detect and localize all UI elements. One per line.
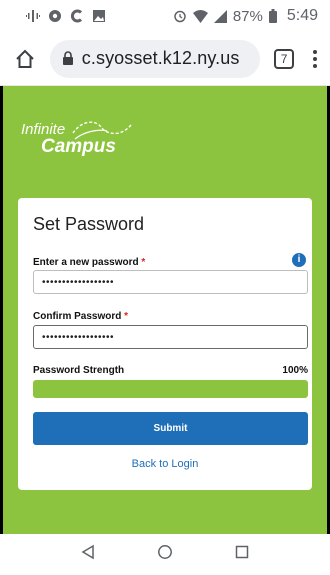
logo-swoosh-icon <box>72 121 132 140</box>
wifi-icon <box>192 9 208 23</box>
home-nav-icon[interactable] <box>157 544 173 565</box>
strength-bar-fill <box>33 380 308 398</box>
c-app-icon <box>70 9 84 23</box>
form-title: Set Password <box>33 214 145 234</box>
confirm-password-label-text: Confirm Password <box>33 311 122 322</box>
status-bar: 87% 5:49 <box>0 0 330 32</box>
home-icon <box>16 49 34 68</box>
tab-switcher-button[interactable]: 7 <box>274 48 295 69</box>
alarm-icon <box>173 9 187 23</box>
required-marker: * <box>141 257 146 268</box>
info-icon[interactable]: i <box>292 253 306 267</box>
navigation-bar <box>0 534 330 575</box>
password-strength-row: Password Strength 100% <box>33 365 308 376</box>
signal-vibrate-icon <box>26 9 40 23</box>
submit-button[interactable]: Submit <box>33 412 308 445</box>
confirm-password-label: Confirm Password * <box>33 311 128 322</box>
phone-screen: 87% 5:49 c.syosset.k12.ny.us 7 Infinite … <box>0 0 330 575</box>
cast-icon <box>48 9 62 23</box>
url-text: c.syosset.k12.ny.us <box>81 48 240 68</box>
infinite-campus-logo: Infinite Campus <box>21 117 141 159</box>
cell-signal-icon <box>213 9 227 23</box>
recents-nav-icon[interactable] <box>234 544 250 565</box>
password-form-card: Set Password Enter a new password * i ••… <box>18 198 312 490</box>
battery-percent: 87% <box>232 7 263 25</box>
back-to-login-link[interactable]: Back to Login <box>18 458 312 470</box>
confirm-password-input[interactable]: •••••••••••••••••• <box>33 325 308 349</box>
overflow-menu-icon[interactable] <box>310 49 320 68</box>
lock-icon <box>62 51 73 65</box>
clock: 5:49 <box>286 7 318 24</box>
browser-toolbar: c.syosset.k12.ny.us 7 <box>0 32 330 86</box>
home-button[interactable] <box>12 46 38 72</box>
strength-label: Password Strength <box>33 365 125 376</box>
strength-value: 100% <box>282 365 308 376</box>
page-background: Infinite Campus Set Password Enter a new… <box>0 86 330 534</box>
address-bar[interactable]: c.syosset.k12.ny.us <box>49 39 261 78</box>
new-password-label-text: Enter a new password <box>33 257 139 268</box>
new-password-input[interactable]: •••••••••••••••••• <box>33 270 308 294</box>
battery-icon <box>268 9 277 23</box>
required-marker: * <box>124 311 129 322</box>
new-password-label: Enter a new password * <box>33 257 145 268</box>
gallery-icon <box>92 9 106 23</box>
strength-bar <box>33 380 308 398</box>
back-nav-icon[interactable] <box>80 544 96 565</box>
